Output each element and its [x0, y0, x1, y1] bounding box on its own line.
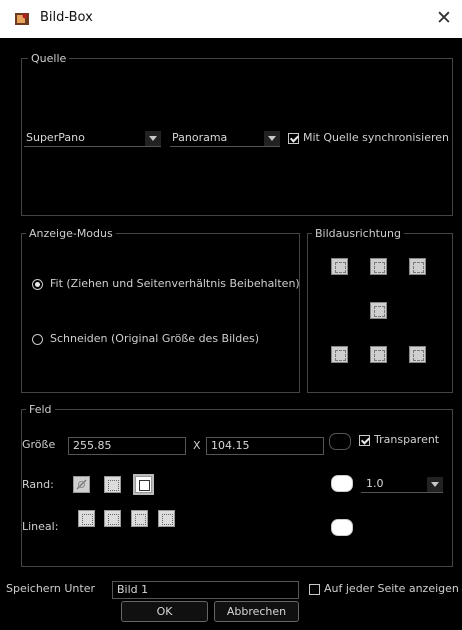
window-title: Bild-Box: [40, 10, 93, 25]
align-top-center-button[interactable]: [370, 258, 387, 275]
no-border-icon: [76, 479, 87, 490]
ruler-label: Lineal:: [22, 520, 59, 533]
size-label: Größe: [22, 438, 56, 451]
cancel-button[interactable]: Abbrechen: [214, 601, 299, 622]
ok-button[interactable]: OK: [121, 601, 208, 622]
ruler-top-button[interactable]: [104, 510, 121, 527]
align-center-button[interactable]: [370, 302, 387, 319]
align-bottom-right-button[interactable]: [409, 346, 426, 363]
type-select[interactable]: Panorama: [170, 130, 280, 147]
transparent-label: Transparent: [374, 433, 440, 446]
source-select[interactable]: SuperPano: [24, 130, 161, 147]
quelle-legend: Quelle: [28, 52, 70, 65]
chevron-down-icon: [427, 477, 443, 492]
close-icon[interactable]: ✕: [430, 5, 458, 31]
save-as-label: Speichern Unter: [6, 582, 95, 595]
sync-checkbox[interactable]: [288, 133, 299, 144]
ruler-bottom-button[interactable]: [158, 510, 175, 527]
border-width-value: 1.0: [366, 477, 384, 490]
fit-radio[interactable]: [32, 279, 43, 290]
ruler-right-button[interactable]: [131, 510, 148, 527]
transparent-checkbox[interactable]: [359, 435, 370, 446]
align-bottom-left-button[interactable]: [331, 346, 348, 363]
ruler-color-swatch[interactable]: [331, 519, 353, 536]
border-label: Rand:: [22, 478, 54, 491]
align-bottom-center-button[interactable]: [370, 346, 387, 363]
title-bar: Bild-Box ✕: [0, 0, 462, 38]
align-top-right-button[interactable]: [409, 258, 426, 275]
height-input[interactable]: 104.15: [206, 437, 324, 455]
save-as-input[interactable]: Bild 1: [112, 581, 299, 599]
ruler-left-button[interactable]: [78, 510, 95, 527]
border-color-swatch[interactable]: [331, 475, 353, 492]
app-icon: [15, 13, 29, 25]
anzeige-legend: Anzeige-Modus: [26, 227, 116, 240]
ausrichtung-legend: Bildausrichtung: [312, 227, 404, 240]
crop-radio[interactable]: [32, 334, 43, 345]
width-input[interactable]: 255.85: [68, 437, 186, 455]
crop-label: Schneiden (Original Größe des Bildes): [50, 332, 259, 345]
background-color-swatch[interactable]: [329, 433, 351, 450]
every-page-checkbox[interactable]: [309, 584, 320, 595]
anzeige-group: Anzeige-Modus: [21, 227, 300, 393]
border-width-select[interactable]: 1.0: [361, 476, 443, 493]
no-border-button[interactable]: [73, 476, 90, 493]
dotted-border-button[interactable]: [104, 476, 121, 493]
align-top-left-button[interactable]: [331, 258, 348, 275]
chevron-down-icon: [264, 131, 280, 146]
solid-border-button[interactable]: [133, 474, 154, 495]
x-label: X: [193, 439, 201, 452]
source-select-value: SuperPano: [26, 131, 85, 144]
feld-legend: Feld: [26, 403, 55, 416]
type-select-value: Panorama: [172, 131, 228, 144]
every-page-label: Auf jeder Seite anzeigen: [324, 582, 459, 595]
chevron-down-icon: [145, 131, 161, 146]
dialog-body: Quelle SuperPano Panorama Mit Quelle syn…: [3, 38, 459, 630]
fit-label: Fit (Ziehen und Seitenverhältnis Beibeha…: [50, 277, 300, 290]
sync-label: Mit Quelle synchronisieren: [303, 131, 449, 144]
